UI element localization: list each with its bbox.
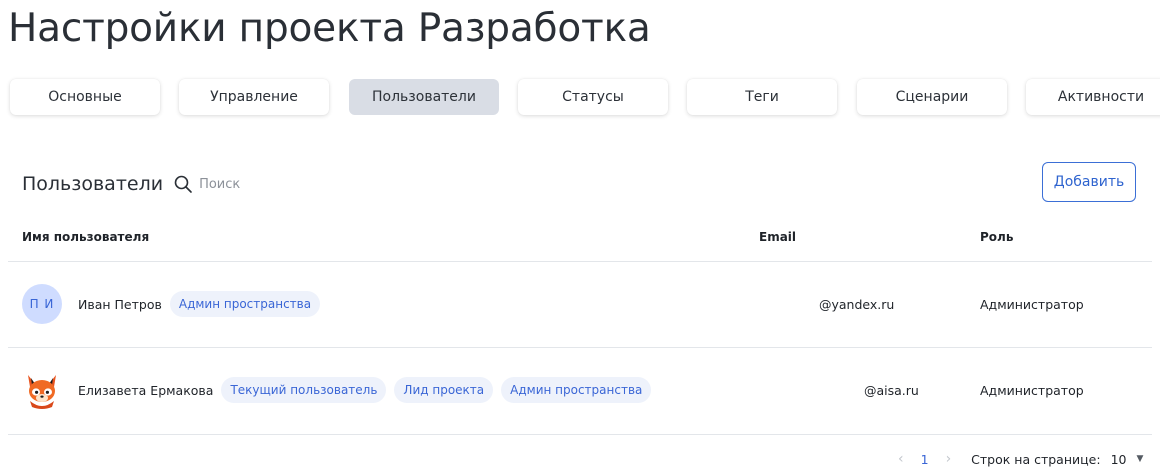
tab-statuses[interactable]: Статусы <box>518 79 668 115</box>
tab-basic[interactable]: Основные <box>10 79 160 115</box>
search-box <box>173 174 340 194</box>
user-role: Администратор <box>980 297 1084 312</box>
users-section-header: Пользователи <box>22 170 340 198</box>
tab-users[interactable]: Пользователи <box>349 79 499 115</box>
tab-scenarios[interactable]: Сценарии <box>857 79 1007 115</box>
add-user-button[interactable]: Добавить <box>1042 162 1136 202</box>
table-divider <box>8 434 1152 435</box>
pagination: ‹ 1 › Строк на странице: 10 ▼ <box>898 450 1143 468</box>
user-name: Елизавета Ермакова <box>78 382 214 398</box>
user-role: Администратор <box>980 383 1084 398</box>
table-row-user-cell: Елизавета Ермакова Текущий пользователь … <box>78 376 652 404</box>
page-number[interactable]: 1 <box>921 452 929 467</box>
table-divider <box>8 261 1152 262</box>
section-title: Пользователи <box>22 173 164 195</box>
previous-page-icon[interactable]: ‹ <box>898 451 904 467</box>
column-header-role: Роль <box>980 230 1014 244</box>
table-divider <box>8 347 1152 348</box>
chevron-down-icon[interactable]: ▼ <box>1136 454 1143 464</box>
tab-activities[interactable]: Активности <box>1026 79 1160 115</box>
search-input[interactable] <box>199 176 340 192</box>
next-page-icon[interactable]: › <box>946 451 952 467</box>
search-icon[interactable] <box>173 174 193 194</box>
fox-avatar-icon <box>22 371 62 411</box>
table-row-user-cell: Иван Петров Админ пространства <box>78 290 321 318</box>
role-badge: Админ пространства <box>169 291 321 317</box>
current-user-badge: Текущий пользователь <box>221 377 387 403</box>
page-title: Настройки проекта Разработка <box>8 6 651 51</box>
project-lead-badge: Лид проекта <box>394 377 494 403</box>
column-header-email: Email <box>759 230 797 244</box>
rows-per-page-label: Строк на странице: <box>971 451 1101 467</box>
space-admin-badge: Админ пространства <box>501 377 652 403</box>
avatar: П И <box>22 284 62 324</box>
tab-management[interactable]: Управление <box>179 79 329 115</box>
settings-tabs: Основные Управление Пользователи Статусы… <box>10 79 1160 115</box>
user-name: Иван Петров <box>78 296 162 312</box>
rows-per-page-select[interactable]: 10 <box>1111 452 1127 467</box>
tab-tags[interactable]: Теги <box>687 79 837 115</box>
column-header-name: Имя пользователя <box>22 230 150 244</box>
user-email: @yandex.ru <box>819 297 895 312</box>
user-email: @aisa.ru <box>864 383 919 398</box>
